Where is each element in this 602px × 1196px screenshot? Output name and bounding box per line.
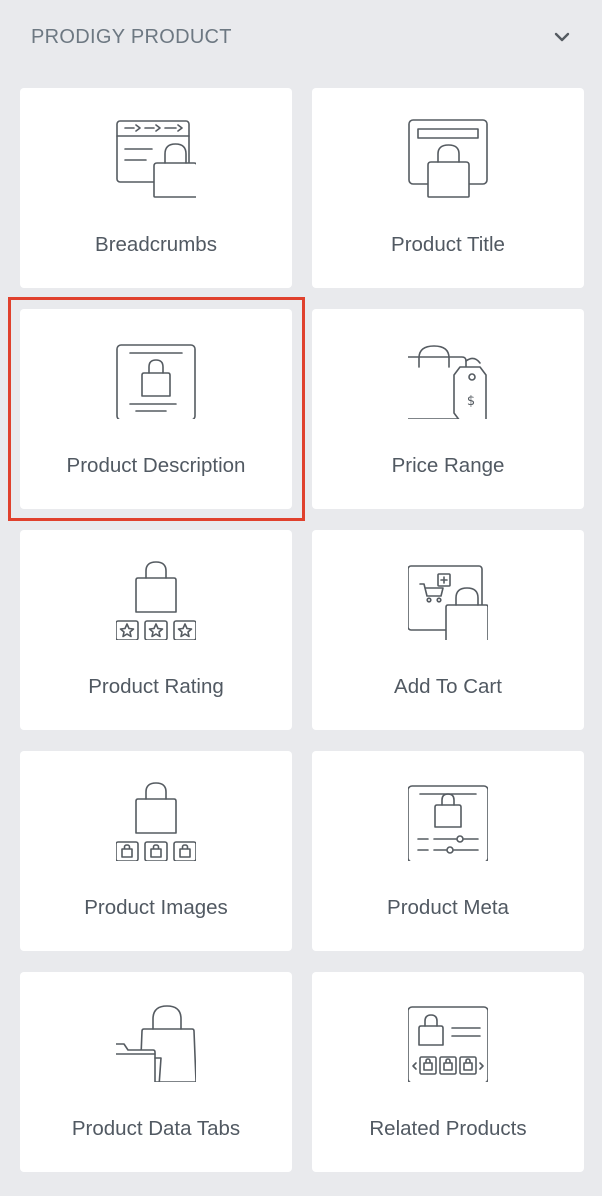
widget-product-meta[interactable]: Product Meta <box>312 751 584 951</box>
widget-product-description[interactable]: Product Description <box>20 309 292 509</box>
widget-label: Product Description <box>66 454 246 477</box>
widget-label: Product Rating <box>88 675 224 698</box>
widget-add-to-cart[interactable]: Add To Cart <box>312 530 584 730</box>
product-images-icon <box>116 781 196 861</box>
widget-label: Product Images <box>84 896 228 919</box>
widget-label: Product Title <box>391 233 505 256</box>
product-title-icon <box>408 118 488 198</box>
widget-label: Product Data Tabs <box>71 1117 241 1140</box>
widget-label: Breadcrumbs <box>95 233 217 256</box>
widget-related-products[interactable]: Related Products <box>312 972 584 1172</box>
product-data-tabs-icon <box>116 1002 196 1082</box>
related-products-icon <box>408 1002 488 1082</box>
widget-price-range[interactable]: $ Price Range <box>312 309 584 509</box>
widget-label: Related Products <box>369 1117 527 1140</box>
price-range-icon: $ <box>408 339 488 419</box>
product-meta-icon <box>408 781 488 861</box>
breadcrumbs-icon <box>116 118 196 198</box>
widget-label: Product Meta <box>387 896 509 919</box>
section-title: PRODIGY PRODUCT <box>31 25 232 48</box>
add-to-cart-icon <box>408 560 488 640</box>
chevron-down-icon[interactable] <box>552 27 572 47</box>
product-rating-icon <box>116 560 196 640</box>
widget-breadcrumbs[interactable]: Breadcrumbs <box>20 88 292 288</box>
widget-label: Add To Cart <box>394 675 502 698</box>
widget-product-rating[interactable]: Product Rating <box>20 530 292 730</box>
widget-label: Price Range <box>391 454 505 477</box>
section-header[interactable]: PRODIGY PRODUCT <box>0 0 602 74</box>
widget-product-title[interactable]: Product Title <box>312 88 584 288</box>
product-description-icon <box>116 339 196 419</box>
svg-text:$: $ <box>467 394 475 409</box>
widget-product-data-tabs[interactable]: Product Data Tabs <box>20 972 292 1172</box>
widget-product-images[interactable]: Product Images <box>20 751 292 951</box>
